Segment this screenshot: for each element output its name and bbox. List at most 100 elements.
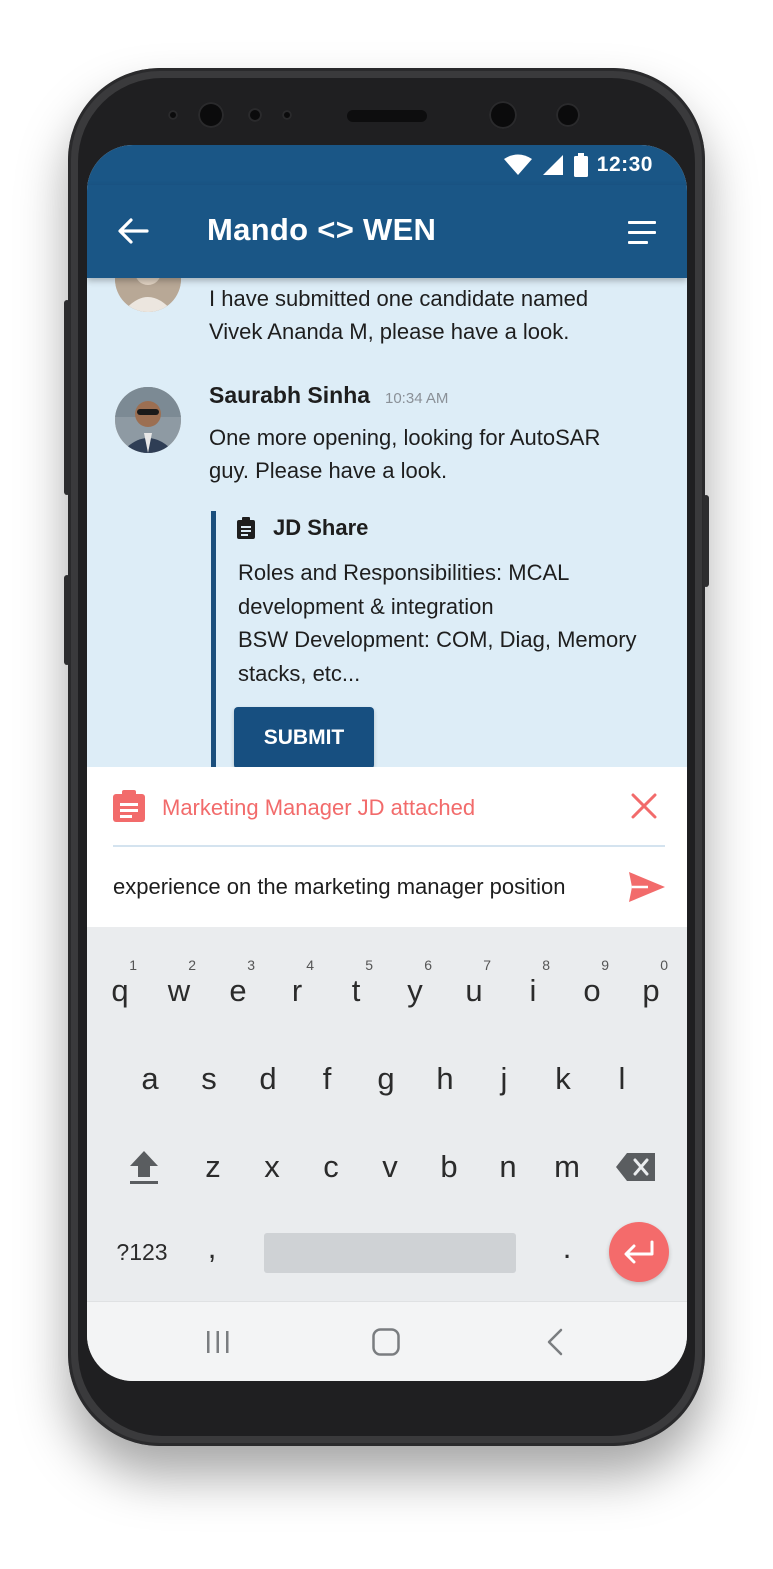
remove-attachment-button[interactable] xyxy=(627,789,661,823)
iris-camera xyxy=(556,103,580,127)
key-e[interactable]: e3 xyxy=(209,951,267,1031)
key-g[interactable]: g xyxy=(357,1039,415,1119)
recents-icon xyxy=(207,1331,229,1353)
key-label: q xyxy=(111,973,129,1008)
enter-button[interactable] xyxy=(609,1222,669,1282)
wifi-icon xyxy=(503,154,532,175)
front-camera xyxy=(489,101,517,129)
jd-share-card: JD Share Roles and Responsibilities: MCA… xyxy=(211,511,661,768)
backspace-key[interactable] xyxy=(607,1127,665,1207)
key-w[interactable]: w2 xyxy=(150,951,208,1031)
key-r[interactable]: r4 xyxy=(268,951,326,1031)
key-f[interactable]: f xyxy=(298,1039,356,1119)
key-z[interactable]: z xyxy=(184,1127,242,1207)
key-label: s xyxy=(201,1061,217,1096)
key-a[interactable]: a xyxy=(121,1039,179,1119)
home-button[interactable] xyxy=(364,1320,408,1364)
key-label: n xyxy=(499,1149,517,1184)
keyboard: q1 w2 e3 r4 t5 y6 u7 i8 o9 p0 a s d f g … xyxy=(87,927,687,1301)
key-u[interactable]: u7 xyxy=(445,951,503,1031)
chevron-left-icon xyxy=(547,1328,563,1356)
battery-icon xyxy=(573,153,588,177)
period-key[interactable]: . xyxy=(542,1213,592,1283)
volume-up-button xyxy=(64,300,70,495)
key-q[interactable]: q1 xyxy=(91,951,149,1031)
divider xyxy=(113,845,665,847)
proximity-sensor xyxy=(248,108,262,122)
key-b[interactable]: b xyxy=(420,1127,478,1207)
light-sensor xyxy=(168,110,178,120)
backspace-icon xyxy=(616,1153,655,1181)
message-text: One more opening, looking for AutoSAR gu… xyxy=(209,425,601,483)
key-label: g xyxy=(377,1061,395,1096)
key-label: e xyxy=(229,973,247,1008)
status-time: 12:30 xyxy=(596,153,653,176)
page-title: Mando <> WEN xyxy=(207,212,437,247)
key-label: j xyxy=(500,1061,508,1096)
key-number-hint: 9 xyxy=(601,957,609,973)
avatar xyxy=(115,387,181,453)
phone-screen: 12:30 Mando <> WEN I have submitted one … xyxy=(87,145,687,1381)
message-text: I have submitted one candidate named Viv… xyxy=(209,286,589,344)
key-h[interactable]: h xyxy=(416,1039,474,1119)
signal-icon xyxy=(542,155,563,175)
power-button xyxy=(703,495,709,587)
send-icon xyxy=(629,872,665,902)
key-t[interactable]: t5 xyxy=(327,951,385,1031)
key-number-hint: 5 xyxy=(365,957,373,973)
key-label: t xyxy=(351,973,361,1008)
home-icon xyxy=(372,1328,400,1356)
key-l[interactable]: l xyxy=(593,1039,651,1119)
key-number-hint: 1 xyxy=(129,957,137,973)
status-bar: 12:30 xyxy=(87,145,687,185)
comma-key[interactable]: , xyxy=(187,1213,237,1283)
clipboard-icon xyxy=(113,790,145,822)
close-icon xyxy=(631,793,657,819)
key-v[interactable]: v xyxy=(361,1127,419,1207)
submit-button[interactable]: SUBMIT xyxy=(234,707,374,768)
send-button[interactable] xyxy=(625,867,669,907)
jd-card-title: JD Share xyxy=(273,515,369,540)
key-label: z xyxy=(205,1149,221,1184)
attachment-label: Marketing Manager JD attached xyxy=(162,795,476,820)
front-sensor xyxy=(198,102,224,128)
shift-key[interactable] xyxy=(115,1127,173,1207)
key-p[interactable]: p0 xyxy=(622,951,680,1031)
key-label: x xyxy=(264,1149,280,1184)
key-i[interactable]: i8 xyxy=(504,951,562,1031)
back-button[interactable] xyxy=(113,211,153,251)
chat-messages[interactable]: I have submitted one candidate named Viv… xyxy=(87,278,687,768)
key-s[interactable]: s xyxy=(180,1039,238,1119)
key-label: l xyxy=(618,1061,626,1096)
menu-lines-icon xyxy=(628,221,656,244)
key-c[interactable]: c xyxy=(302,1127,360,1207)
key-m[interactable]: m xyxy=(538,1127,596,1207)
symbols-key[interactable]: ?123 xyxy=(107,1217,177,1287)
key-y[interactable]: y6 xyxy=(386,951,444,1031)
jd-card-line: Roles and Responsibilities: MCAL develop… xyxy=(238,560,569,619)
back-nav-button[interactable] xyxy=(533,1320,577,1364)
app-bar: Mando <> WEN xyxy=(87,185,687,278)
key-label: k xyxy=(555,1061,571,1096)
message-time: 10:34 AM xyxy=(385,390,449,407)
message-input[interactable] xyxy=(113,867,613,907)
key-label: o xyxy=(583,973,601,1008)
key-d[interactable]: d xyxy=(239,1039,297,1119)
enter-arrow-icon xyxy=(624,1240,654,1264)
sender-name: Saurabh Sinha xyxy=(209,382,371,408)
key-o[interactable]: o9 xyxy=(563,951,621,1031)
key-number-hint: 2 xyxy=(188,957,196,973)
key-j[interactable]: j xyxy=(475,1039,533,1119)
key-n[interactable]: n xyxy=(479,1127,537,1207)
spacebar[interactable] xyxy=(264,1233,516,1273)
menu-button[interactable] xyxy=(622,213,662,253)
key-x[interactable]: x xyxy=(243,1127,301,1207)
key-label: m xyxy=(554,1149,580,1184)
key-label: i xyxy=(529,973,537,1008)
key-label: b xyxy=(440,1149,458,1184)
key-label: v xyxy=(382,1149,398,1184)
jd-card-line: BSW Development: COM, Diag, Memory stack… xyxy=(238,627,637,686)
key-k[interactable]: k xyxy=(534,1039,592,1119)
earpiece-speaker xyxy=(347,110,427,122)
recent-apps-button[interactable] xyxy=(196,1320,240,1364)
